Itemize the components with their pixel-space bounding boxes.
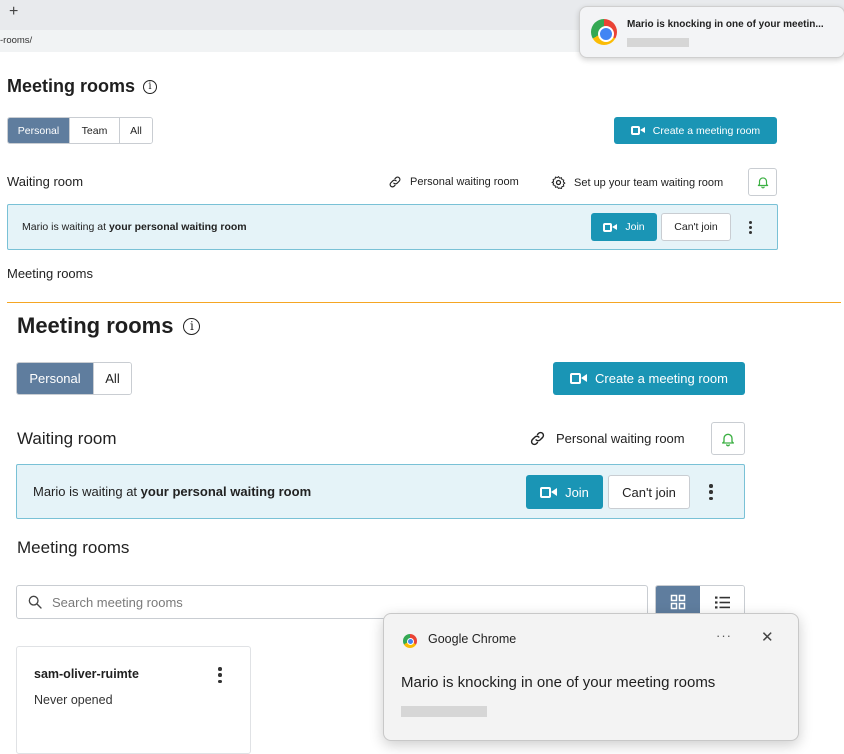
- address-bar[interactable]: -rooms/: [0, 30, 600, 52]
- create-meeting-room-button[interactable]: Create a meeting room: [553, 362, 745, 395]
- tab-switcher-small: Personal Team All: [7, 117, 153, 144]
- chrome-notification-mini[interactable]: Mario is knocking in one of your meetin.…: [579, 6, 844, 58]
- join-button[interactable]: Join: [591, 213, 657, 241]
- tab-personal[interactable]: Personal: [8, 118, 70, 143]
- waiting-banner-text: Mario is waiting at your personal waitin…: [22, 221, 247, 233]
- page-title-text: Meeting rooms: [7, 76, 136, 96]
- cant-join-button[interactable]: Can't join: [608, 475, 690, 509]
- setup-team-waiting-room-link[interactable]: Set up your team waiting room: [551, 175, 723, 190]
- link-icon: [530, 431, 545, 446]
- info-icon[interactable]: i: [143, 79, 158, 94]
- waiting-room-heading: Waiting room: [17, 429, 117, 448]
- notification-message: Mario is knocking in one of your meeting…: [401, 674, 716, 691]
- chrome-logo-icon: [591, 19, 617, 45]
- join-label: Join: [565, 484, 589, 500]
- notification-mini-title: Mario is knocking in one of your meetin.…: [627, 19, 824, 30]
- video-camera-icon: [630, 126, 645, 135]
- personal-waiting-room-label: Personal waiting room: [556, 431, 685, 446]
- list-icon: [714, 596, 730, 608]
- banner-emphasis: your personal waiting room: [108, 221, 247, 233]
- link-icon: [389, 176, 401, 188]
- notification-mini-redacted: [627, 38, 689, 47]
- page-title-small: Meeting rooms i: [7, 76, 158, 97]
- room-name: sam-oliver-ruimte: [34, 667, 139, 681]
- chrome-notification[interactable]: Google Chrome ··· ✕ Mario is knocking in…: [383, 613, 799, 741]
- search-input[interactable]: [52, 594, 612, 610]
- join-label: Join: [625, 221, 645, 233]
- video-camera-icon: [540, 486, 558, 498]
- personal-waiting-room-link[interactable]: Personal waiting room: [388, 175, 519, 189]
- waiting-room-heading: Waiting room: [7, 174, 84, 189]
- waiting-banner-text: Mario is waiting at your personal waitin…: [33, 484, 311, 499]
- personal-waiting-room-link[interactable]: Personal waiting room: [529, 430, 685, 447]
- create-meeting-room-button[interactable]: Create a meeting room: [614, 117, 777, 144]
- waiting-banner: Mario is waiting at your personal waitin…: [16, 464, 745, 519]
- tab-personal[interactable]: Personal: [17, 363, 94, 394]
- notification-more-icon[interactable]: ···: [716, 628, 732, 643]
- gear-icon: [551, 176, 566, 189]
- info-icon[interactable]: i: [183, 317, 201, 335]
- notification-bell-button[interactable]: [711, 422, 745, 455]
- tab-all[interactable]: All: [94, 363, 131, 394]
- page-title: Meeting rooms i: [17, 313, 201, 339]
- bell-icon: [757, 177, 768, 189]
- meeting-room-card[interactable]: sam-oliver-ruimte Never opened: [16, 646, 251, 754]
- page-title-text: Meeting rooms: [17, 313, 174, 338]
- tab-switcher: Personal All: [16, 362, 132, 395]
- banner-emphasis: your personal waiting room: [140, 484, 312, 499]
- video-camera-icon: [570, 373, 588, 384]
- notification-app-name: Google Chrome: [428, 632, 517, 646]
- meeting-rooms-heading: Meeting rooms: [7, 266, 93, 281]
- more-options-icon[interactable]: [708, 484, 714, 500]
- create-meeting-room-label: Create a meeting room: [652, 124, 761, 137]
- room-more-options-icon[interactable]: [217, 667, 223, 683]
- section-divider: [7, 302, 841, 303]
- chrome-logo-icon: [403, 634, 417, 648]
- room-status: Never opened: [34, 693, 113, 707]
- personal-waiting-room-label: Personal waiting room: [410, 176, 519, 188]
- tab-all[interactable]: All: [120, 118, 152, 143]
- cant-join-button[interactable]: Can't join: [661, 213, 731, 241]
- grid-icon: [670, 594, 686, 610]
- url-text: -rooms/: [0, 35, 33, 46]
- banner-prefix: Mario is waiting at: [22, 221, 109, 233]
- new-tab-button[interactable]: +: [9, 3, 18, 21]
- more-options-icon[interactable]: [747, 221, 753, 234]
- create-meeting-room-label: Create a meeting room: [595, 371, 728, 386]
- search-icon: [28, 595, 42, 609]
- tab-team[interactable]: Team: [70, 118, 120, 143]
- banner-prefix: Mario is waiting at: [33, 484, 141, 499]
- notification-redacted: [401, 706, 487, 717]
- video-camera-icon: [603, 222, 618, 232]
- meeting-rooms-heading: Meeting rooms: [17, 538, 130, 557]
- setup-team-waiting-room-label: Set up your team waiting room: [574, 176, 724, 189]
- notification-bell-button[interactable]: [748, 168, 777, 196]
- close-icon[interactable]: ✕: [761, 628, 774, 646]
- waiting-banner-small: Mario is waiting at your personal waitin…: [7, 204, 778, 250]
- bell-icon: [722, 433, 734, 446]
- join-button[interactable]: Join: [526, 475, 603, 509]
